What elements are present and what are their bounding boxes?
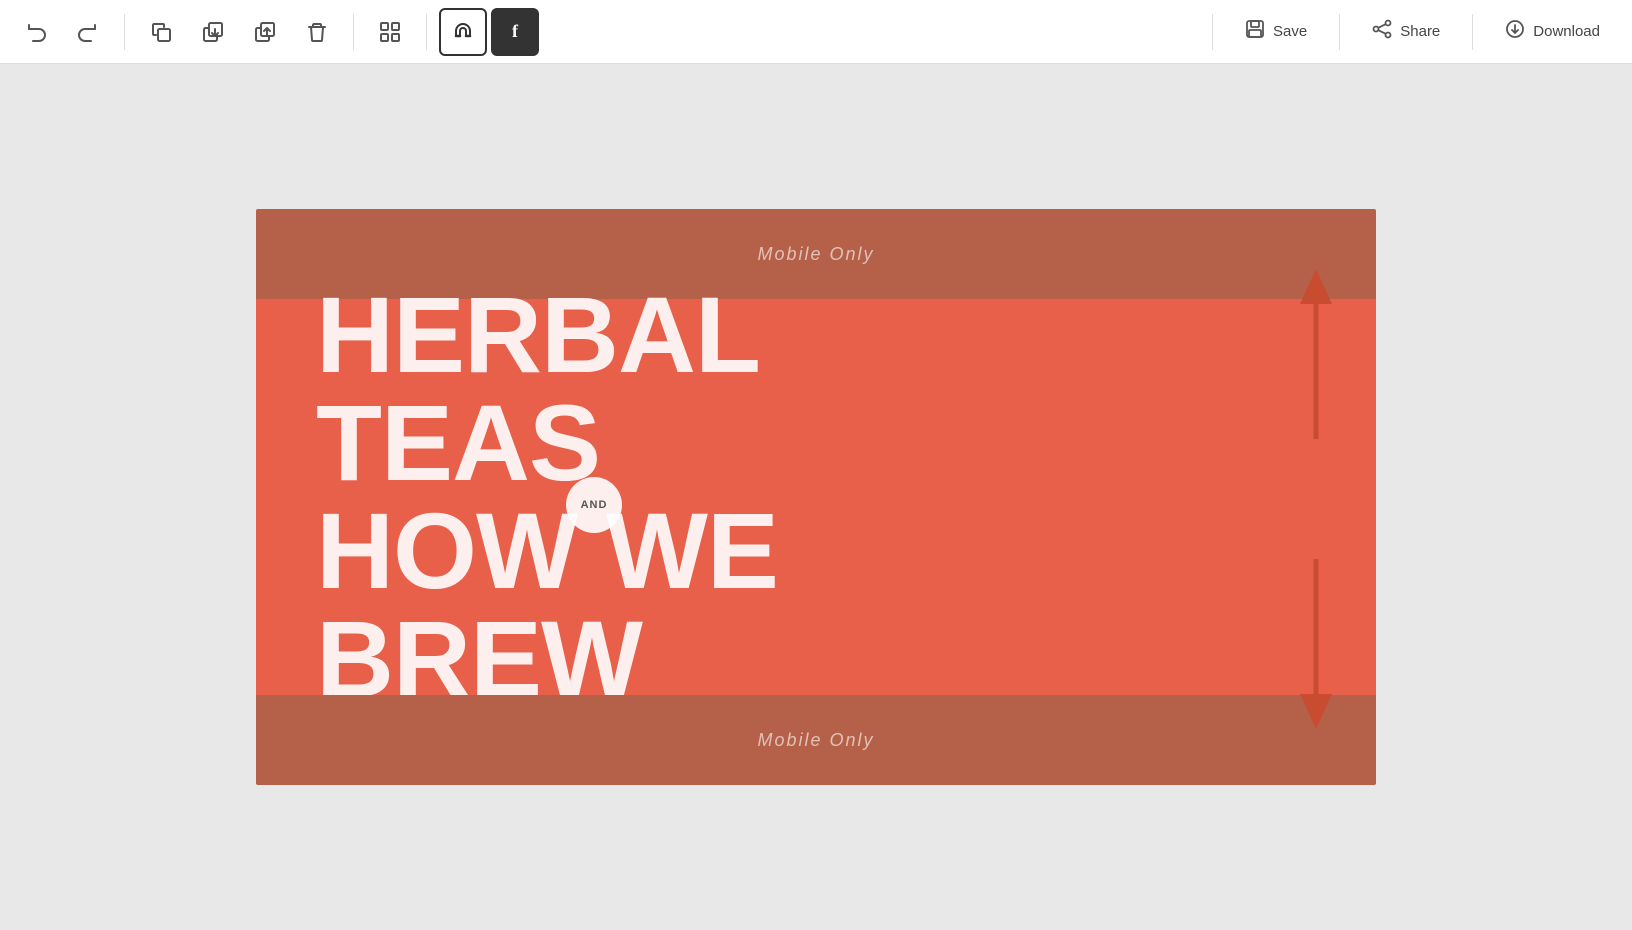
facebook-icon: f (512, 21, 518, 42)
divider-5 (1339, 14, 1340, 50)
tool-group: f (439, 8, 539, 56)
share-button[interactable]: Share (1352, 11, 1460, 52)
save-icon (1245, 19, 1265, 44)
mobile-only-top-label: Mobile Only (757, 244, 874, 265)
headline-line2: TEAS (316, 389, 778, 497)
canvas-area: Mobile Only HERBAL TEAS HOW WE BREW AND … (0, 64, 1632, 930)
redo-button[interactable] (64, 8, 112, 56)
share-icon (1372, 19, 1392, 44)
mobile-band-bottom: Mobile Only (256, 695, 1376, 785)
history-group (12, 8, 112, 56)
divider-3 (426, 14, 427, 50)
headline-line3: HOW WE (316, 497, 778, 605)
copy-button[interactable] (137, 8, 185, 56)
divider-2 (353, 14, 354, 50)
facebook-button[interactable]: f (491, 8, 539, 56)
headline-text: HERBAL TEAS HOW WE BREW (316, 281, 778, 713)
delete-button[interactable] (293, 8, 341, 56)
divider-6 (1472, 14, 1473, 50)
and-badge: AND (566, 477, 622, 533)
toolbar-right: Save Share (1200, 11, 1620, 52)
divider-4 (1212, 14, 1213, 50)
share-label: Share (1400, 23, 1440, 40)
layer-down-button[interactable] (189, 8, 237, 56)
and-badge-label: AND (581, 499, 608, 511)
design-canvas[interactable]: Mobile Only HERBAL TEAS HOW WE BREW AND … (256, 209, 1376, 785)
mobile-only-bottom-label: Mobile Only (757, 730, 874, 751)
main-content: HERBAL TEAS HOW WE BREW AND (256, 299, 1376, 695)
layer-up-button[interactable] (241, 8, 289, 56)
toolbar: f Save (0, 0, 1632, 64)
grid-button[interactable] (366, 8, 414, 56)
download-button[interactable]: Download (1485, 11, 1620, 52)
undo-button[interactable] (12, 8, 60, 56)
download-label: Download (1533, 23, 1600, 40)
download-icon (1505, 19, 1525, 44)
divider-1 (124, 14, 125, 50)
save-label: Save (1273, 23, 1307, 40)
magnet-button[interactable] (439, 8, 487, 56)
headline-line1: HERBAL (316, 281, 778, 389)
edit-group (137, 8, 341, 56)
view-group (366, 8, 414, 56)
save-button[interactable]: Save (1225, 11, 1327, 52)
